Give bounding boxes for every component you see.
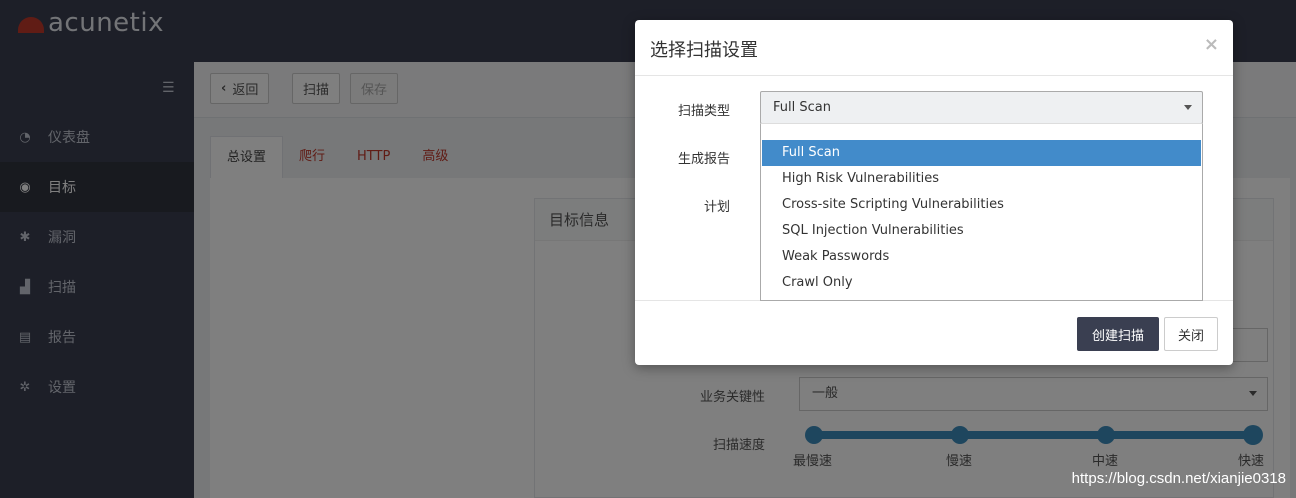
create-scan-button[interactable]: 创建扫描 — [1077, 317, 1159, 351]
modal-header: 选择扫描设置 × — [635, 20, 1233, 76]
dropdown-option[interactable]: High Risk Vulnerabilities — [762, 166, 1201, 192]
scan-type-select[interactable]: Full Scan — [760, 91, 1203, 124]
dropdown-option[interactable]: Crawl Only — [762, 270, 1201, 296]
close-button[interactable]: 关闭 — [1164, 317, 1218, 351]
dropdown-option[interactable]: Full Scan — [762, 140, 1201, 166]
modal-title: 选择扫描设置 — [650, 40, 758, 61]
watermark: https://blog.csdn.net/xianjie0318 — [1071, 470, 1286, 487]
dropdown-option[interactable]: SQL Injection Vulnerabilities — [762, 218, 1201, 244]
close-icon[interactable]: × — [1204, 34, 1219, 55]
schedule-label: 计划 — [703, 200, 730, 215]
scan-type-value: Full Scan — [773, 100, 831, 115]
dropdown-option[interactable]: Cross-site Scripting Vulnerabilities — [762, 192, 1201, 218]
dropdown-option[interactable]: Weak Passwords — [762, 244, 1201, 270]
scan-type-dropdown-list: Full Scan High Risk Vulnerabilities Cros… — [760, 123, 1203, 301]
modal-footer: 创建扫描 关闭 — [635, 300, 1233, 365]
chevron-down-icon — [1184, 105, 1192, 110]
scan-type-label: 扫描类型 — [677, 104, 730, 119]
report-label: 生成报告 — [677, 152, 730, 167]
